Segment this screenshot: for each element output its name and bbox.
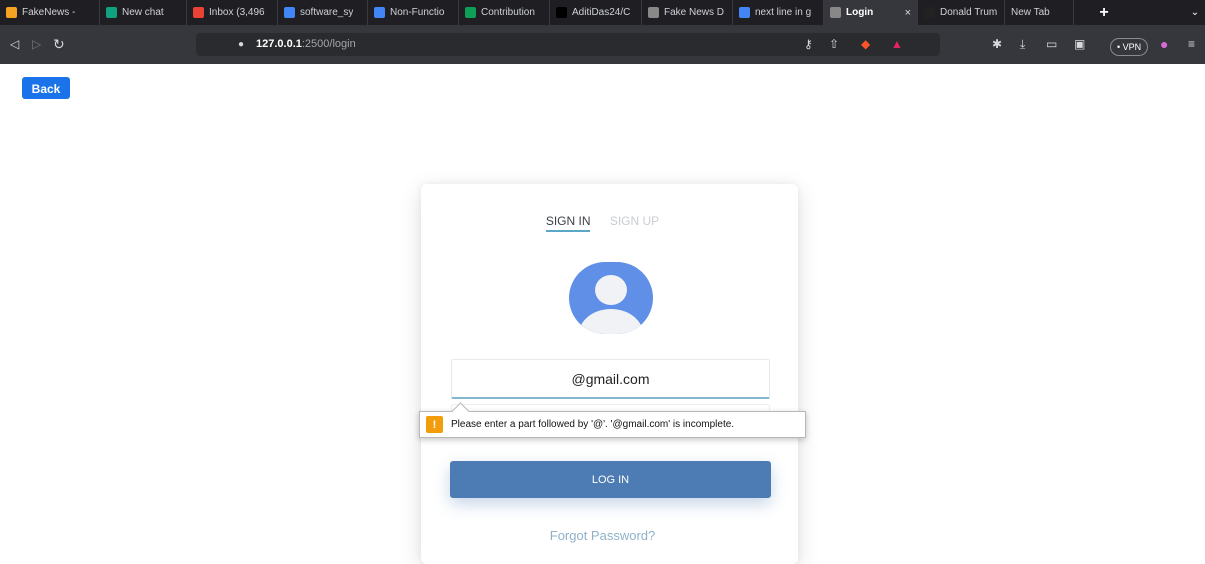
extensions-icon[interactable]: ✱ (992, 25, 1002, 64)
browser-tab[interactable]: New Tab (1005, 0, 1074, 25)
forgot-password-link[interactable]: Forgot Password? (0, 528, 1205, 543)
share-icon[interactable]: ⇧ (829, 25, 839, 64)
chatgpt-icon (106, 7, 117, 18)
browser-tab[interactable]: software_sy (278, 0, 368, 25)
globe-icon (924, 7, 935, 18)
reload-icon[interactable]: ↻ (53, 25, 65, 64)
wallet-icon[interactable]: ▣ (1074, 25, 1085, 64)
browser-tab-title: New chat (122, 7, 164, 18)
globe-icon (830, 7, 841, 18)
forward-nav-icon[interactable]: ▷ (32, 25, 41, 64)
browser-tab-title: Donald Trum (940, 7, 998, 18)
browser-tab[interactable]: Contribution (459, 0, 550, 25)
google-icon (739, 7, 750, 18)
brave-rewards-icon[interactable]: ▲ (891, 25, 903, 64)
browser-tab[interactable]: Donald Trum (918, 0, 1005, 25)
warning-icon: ! (426, 416, 443, 433)
forgot-password-label[interactable]: Forgot Password? (550, 528, 656, 543)
browser-tab-title: Contribution (481, 7, 535, 18)
browser-tab[interactable]: Login × (824, 0, 918, 25)
chevron-down-icon[interactable]: ⌄ (1185, 7, 1205, 18)
email-input[interactable] (451, 359, 770, 399)
menu-icon[interactable]: ≡ (1188, 25, 1195, 64)
vpn-button[interactable]: • VPN (1110, 38, 1149, 56)
browser-tab-strip: FakeNews - New chat Inbox (3,496 software_… (0, 0, 1205, 25)
new-tab-button[interactable]: + (1074, 4, 1134, 22)
back-button[interactable]: Back (22, 77, 70, 99)
browser-tab-title: software_sy (300, 7, 354, 18)
docs-icon (284, 7, 295, 18)
browser-tab-title: Fake News D (664, 7, 725, 18)
browser-toolbar: ◁ ▷ ↻ ▢ ● 127.0.0.1:2500/login ⚷ ⇧ ◆ ▲ ✱… (0, 25, 1205, 64)
globe-icon (648, 7, 659, 18)
validation-message: Please enter a part followed by '@'. '@g… (451, 419, 735, 430)
back-nav-icon[interactable]: ◁ (10, 25, 19, 64)
browser-tab-title: FakeNews - (22, 7, 76, 18)
browser-tab[interactable]: next line in g (733, 0, 824, 25)
github-icon (556, 7, 567, 18)
sidebar-icon[interactable]: ▭ (1046, 25, 1057, 64)
avatar-icon (569, 262, 653, 334)
key-icon[interactable]: ⚷ (804, 25, 813, 64)
close-tab-icon[interactable]: × (905, 7, 911, 19)
browser-tab-title: New Tab (1011, 7, 1050, 18)
browser-tab[interactable]: FakeNews - (0, 0, 100, 25)
fire-icon (6, 7, 17, 18)
auth-tabs: SIGN IN SIGN UP (0, 214, 1205, 232)
login-button[interactable]: LOG IN (450, 461, 771, 498)
profile-icon[interactable]: ● (1160, 25, 1168, 64)
gmail-icon (193, 7, 204, 18)
address-bar[interactable]: ● 127.0.0.1:2500/login ⚷ ⇧ ◆ ▲ (196, 33, 940, 56)
browser-tab-title: Login (846, 7, 874, 18)
browser-tab[interactable]: AditiDas24/C (550, 0, 642, 25)
url-text: 127.0.0.1:2500/login (256, 38, 356, 50)
browser-tab-title: Inbox (3,496 (209, 7, 265, 18)
docs-icon (374, 7, 385, 18)
brave-shield-icon[interactable]: ◆ (861, 25, 870, 64)
tab-sign-up[interactable]: SIGN UP (610, 214, 659, 228)
avatar-head (595, 275, 627, 305)
browser-tab-title: next line in g (755, 7, 812, 18)
browser-tab[interactable]: Fake News D (642, 0, 733, 25)
browser-tab-title: AditiDas24/C (572, 7, 631, 18)
browser-tab[interactable]: Inbox (3,496 (187, 0, 278, 25)
download-icon[interactable]: ⤓ (1020, 25, 1025, 64)
validation-tooltip: ! Please enter a part followed by '@'. '… (419, 411, 806, 438)
site-info-icon[interactable]: ● (238, 25, 244, 64)
sheets-icon (465, 7, 476, 18)
browser-tab[interactable]: New chat (100, 0, 187, 25)
browser-tab[interactable]: Non-Functio (368, 0, 459, 25)
tab-sign-in[interactable]: SIGN IN (545, 214, 591, 232)
browser-tab-title: Non-Functio (390, 7, 445, 18)
avatar-body (579, 309, 643, 334)
